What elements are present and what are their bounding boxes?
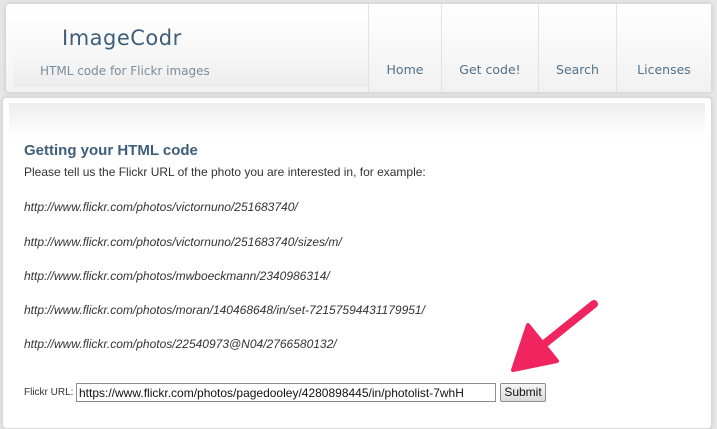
site-title[interactable]: ImageCodr — [62, 26, 182, 50]
example-url: http://www.flickr.com/photos/22540973@N0… — [24, 337, 337, 351]
nav-licenses[interactable]: Licenses — [616, 4, 711, 92]
example-url: http://www.flickr.com/photos/victornuno/… — [24, 200, 298, 214]
example-url: http://www.flickr.com/photos/victornuno/… — [24, 235, 342, 249]
flickr-url-input[interactable] — [76, 383, 496, 402]
content-top-bar — [9, 103, 705, 139]
submit-button[interactable]: Submit — [500, 383, 546, 402]
site-header: ImageCodr HTML code for Flickr images Ho… — [5, 3, 712, 93]
example-url: http://www.flickr.com/photos/moran/14046… — [24, 303, 425, 317]
main-content: Getting your HTML code Please tell us th… — [2, 97, 712, 429]
nav-home[interactable]: Home — [368, 4, 441, 92]
page-heading: Getting your HTML code — [24, 142, 198, 159]
example-url: http://www.flickr.com/photos/mwboeckmann… — [24, 269, 330, 283]
logo-area[interactable]: ImageCodr HTML code for Flickr images — [13, 9, 368, 87]
site-tagline: HTML code for Flickr images — [40, 64, 210, 78]
nav-get-code[interactable]: Get code! — [441, 4, 538, 92]
intro-text: Please tell us the Flickr URL of the pho… — [24, 165, 426, 179]
nav-search[interactable]: Search — [538, 4, 616, 92]
flickr-url-label: Flickr URL: — [24, 387, 74, 398]
